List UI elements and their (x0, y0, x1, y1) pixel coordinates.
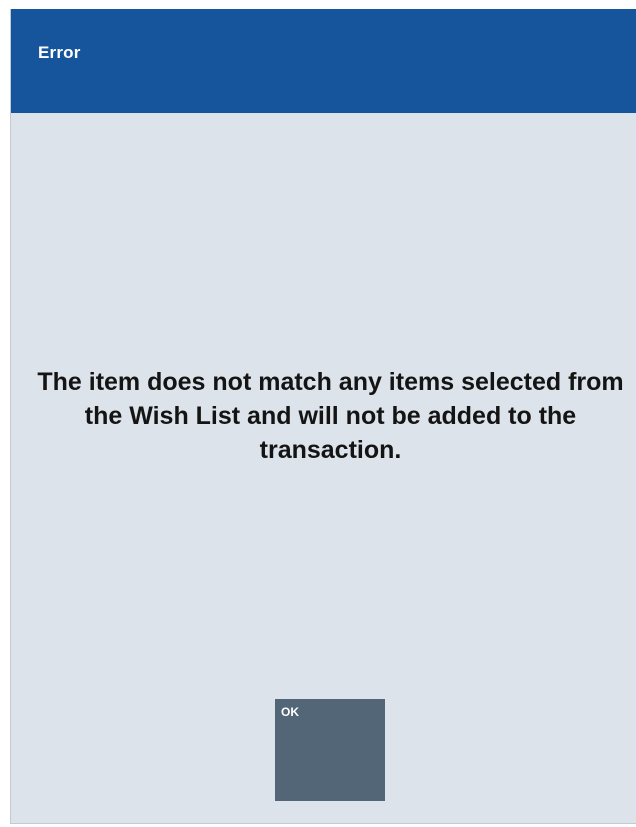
ok-button-label: OK (281, 705, 299, 719)
error-message: The item does not match any items select… (37, 368, 624, 464)
error-dialog: Error The item does not match any items … (10, 9, 636, 824)
dialog-header: Error (11, 9, 636, 113)
ok-button[interactable]: OK (275, 699, 385, 801)
dialog-title: Error (38, 43, 81, 62)
